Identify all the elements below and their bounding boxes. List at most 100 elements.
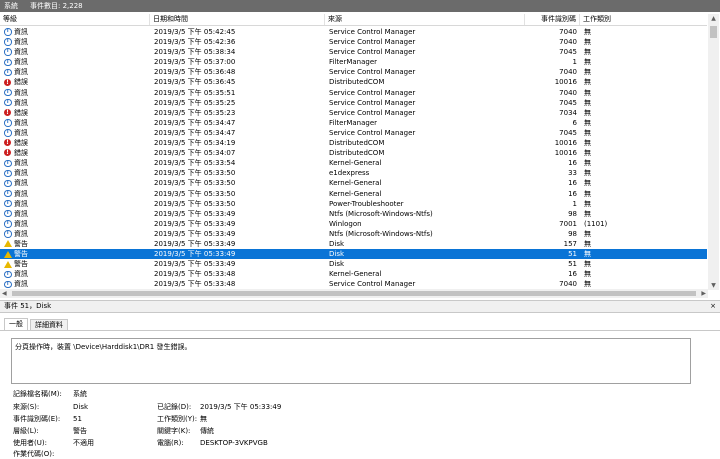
task-cell: 無 — [584, 239, 591, 248]
task-cell: 無 — [584, 250, 591, 259]
table-row[interactable]: i 資訊 2019/3/5 下午 05:33:50 Kernel-General 16 無 — [0, 189, 707, 199]
table-row[interactable]: i 資訊 2019/3/5 下午 05:33:50 Power-Troubleshoo… — [0, 199, 707, 209]
table-row[interactable]: i 資訊 2019/3/5 下午 05:33:49 Ntfs (Microsoft-W… — [0, 229, 707, 239]
table-row[interactable]: i 資訊 2019/3/5 下午 05:35:25 Service Control M… — [0, 98, 707, 108]
event-id-cell: 16 — [568, 159, 577, 168]
detail-title: 事件 51，Disk — [4, 302, 52, 310]
level-cell: 錯誤 — [14, 149, 28, 158]
source-cell: Kernel-General — [329, 270, 382, 279]
source-cell: Ntfs (Microsoft-Windows-Ntfs) — [329, 229, 433, 238]
column-event-id[interactable]: 事件識別碼 — [525, 14, 580, 25]
level-cell: 資訊 — [14, 219, 28, 228]
scroll-down-icon[interactable]: ▼ — [710, 282, 717, 289]
event-id-cell: 157 — [563, 239, 577, 248]
error-icon: ! — [4, 78, 11, 86]
level-cell: 警告 — [14, 260, 28, 269]
event-count: 事件數目: 2,228 — [30, 2, 83, 10]
level-cell: 資訊 — [14, 58, 28, 67]
prop-logged: 2019/3/5 下午 05:33:49 — [200, 403, 282, 411]
task-cell: (1101) — [584, 219, 608, 228]
tab-general[interactable]: 一般 — [4, 318, 28, 330]
prop-log-name: 系統 — [73, 390, 87, 398]
info-icon: i — [4, 38, 12, 46]
date-cell: 2019/3/5 下午 05:38:34 — [154, 48, 236, 57]
scroll-up-icon[interactable]: ▲ — [710, 15, 717, 22]
close-icon[interactable]: × — [710, 301, 716, 312]
source-cell: Disk — [329, 260, 345, 269]
scroll-left-icon[interactable]: ◀ — [2, 289, 7, 298]
date-cell: 2019/3/5 下午 05:33:54 — [154, 159, 236, 168]
table-row[interactable]: i 資訊 2019/3/5 下午 05:35:51 Service Control M… — [0, 88, 707, 98]
table-row[interactable]: ! 錯誤 2019/3/5 下午 05:34:19 DistributedCOM 100… — [0, 138, 707, 148]
scroll-thumb-horizontal[interactable] — [12, 291, 696, 296]
prop-user: 不適用 — [73, 439, 94, 447]
scroll-thumb[interactable] — [710, 26, 717, 38]
column-level[interactable]: 等級 — [0, 14, 150, 25]
task-cell: 無 — [584, 58, 591, 67]
task-cell: 無 — [584, 139, 591, 148]
table-row[interactable]: i 資訊 2019/3/5 下午 05:33:49 Ntfs (Microsoft-W… — [0, 209, 707, 219]
event-id-cell: 7040 — [559, 28, 577, 36]
source-cell: Service Control Manager — [329, 280, 416, 289]
source-cell: DistributedCOM — [329, 149, 385, 158]
table-row[interactable]: i 資訊 2019/3/5 下午 05:33:54 Kernel-General 16 無 — [0, 158, 707, 168]
table-row[interactable]: i 資訊 2019/3/5 下午 05:33:50 Kernel-General 16 無 — [0, 178, 707, 188]
table-row[interactable]: i 資訊 2019/3/5 下午 05:37:00 FilterManager 1 無 — [0, 57, 707, 67]
prop-level-label: 層級(L): — [13, 427, 39, 435]
table-row[interactable]: i 資訊 2019/3/5 下午 05:33:48 Kernel-General 16 無 — [0, 269, 707, 279]
task-cell: 無 — [584, 179, 591, 188]
column-task[interactable]: 工作類別 — [580, 14, 707, 25]
date-cell: 2019/3/5 下午 05:35:25 — [154, 98, 236, 107]
column-source[interactable]: 來源 — [325, 14, 525, 25]
level-cell: 資訊 — [14, 270, 28, 279]
source-cell: DistributedCOM — [329, 78, 385, 87]
table-row[interactable]: i 資訊 2019/3/5 下午 05:42:36 Service Control M… — [0, 37, 707, 47]
vertical-scrollbar[interactable]: ▲ ▼ — [708, 14, 719, 290]
table-row[interactable]: ! 錯誤 2019/3/5 下午 05:36:45 DistributedCOM 100… — [0, 77, 707, 87]
event-id-cell: 98 — [568, 229, 577, 238]
date-cell: 2019/3/5 下午 05:36:45 — [154, 78, 236, 87]
date-cell: 2019/3/5 下午 05:42:36 — [154, 38, 236, 47]
level-cell: 資訊 — [14, 169, 28, 178]
date-cell: 2019/3/5 下午 05:33:50 — [154, 179, 236, 188]
table-row[interactable]: i 資訊 2019/3/5 下午 05:33:49 Winlogon 7001 (1101… — [0, 219, 707, 229]
event-id-cell: 7040 — [559, 280, 577, 289]
table-row[interactable]: i 資訊 2019/3/5 下午 05:34:47 Service Control M… — [0, 128, 707, 138]
horizontal-scrollbar[interactable]: ◀ ▶ — [0, 289, 708, 298]
level-cell: 資訊 — [14, 98, 28, 107]
table-row[interactable]: 警告 2019/3/5 下午 05:33:49 Disk 51 無 — [0, 259, 707, 269]
table-row[interactable]: i 資訊 2019/3/5 下午 05:33:48 Service Control M… — [0, 279, 707, 289]
date-cell: 2019/3/5 下午 05:34:47 — [154, 128, 236, 137]
table-row[interactable]: 警告 2019/3/5 下午 05:33:49 Disk 51 無 — [0, 249, 707, 260]
source-cell: Kernel-General — [329, 189, 382, 198]
table-row[interactable]: i 資訊 2019/3/5 下午 05:33:50 e1dexpress 33 無 — [0, 168, 707, 178]
level-cell: 資訊 — [14, 229, 28, 238]
table-row[interactable]: i 資訊 2019/3/5 下午 05:34:47 FilterManager 6 無 — [0, 118, 707, 128]
table-row[interactable]: ! 錯誤 2019/3/5 下午 05:35:23 Service Control M… — [0, 108, 707, 118]
table-row[interactable]: i 資訊 2019/3/5 下午 05:36:48 Service Control M… — [0, 67, 707, 77]
event-message[interactable]: 分頁操作時，裝置 \Device\Harddisk1\DR1 發生錯誤。 — [11, 338, 691, 384]
info-icon: i — [4, 230, 12, 238]
table-row[interactable]: i 資訊 2019/3/5 下午 05:42:45 Service Control M… — [0, 27, 707, 37]
table-row[interactable]: i 資訊 2019/3/5 下午 05:38:34 Service Control M… — [0, 47, 707, 57]
column-header: 等級 日期和時間 來源 事件識別碼 工作類別 — [0, 14, 707, 26]
date-cell: 2019/3/5 下午 05:34:07 — [154, 149, 236, 158]
info-icon: i — [4, 169, 12, 178]
level-cell: 資訊 — [14, 179, 28, 188]
event-id-cell: 7040 — [559, 88, 577, 97]
prop-keywords-label: 關鍵字(K): — [157, 427, 191, 435]
info-icon: i — [4, 189, 12, 198]
log-title: 系統 — [4, 2, 18, 10]
tab-details[interactable]: 詳細資料 — [30, 319, 68, 330]
error-icon: ! — [4, 139, 11, 147]
event-id-cell: 7045 — [559, 48, 577, 57]
task-cell: 無 — [584, 118, 591, 127]
column-date[interactable]: 日期和時間 — [150, 14, 325, 25]
date-cell: 2019/3/5 下午 05:33:50 — [154, 189, 236, 198]
scroll-right-icon[interactable]: ▶ — [701, 289, 706, 298]
date-cell: 2019/3/5 下午 05:35:51 — [154, 88, 236, 97]
source-cell: Power-Troubleshooter — [329, 199, 404, 208]
prop-logged-label: 已記錄(D): — [157, 403, 192, 411]
table-row[interactable]: 警告 2019/3/5 下午 05:33:49 Disk 157 無 — [0, 239, 707, 249]
table-row[interactable]: ! 錯誤 2019/3/5 下午 05:34:07 DistributedCOM 100… — [0, 148, 707, 158]
